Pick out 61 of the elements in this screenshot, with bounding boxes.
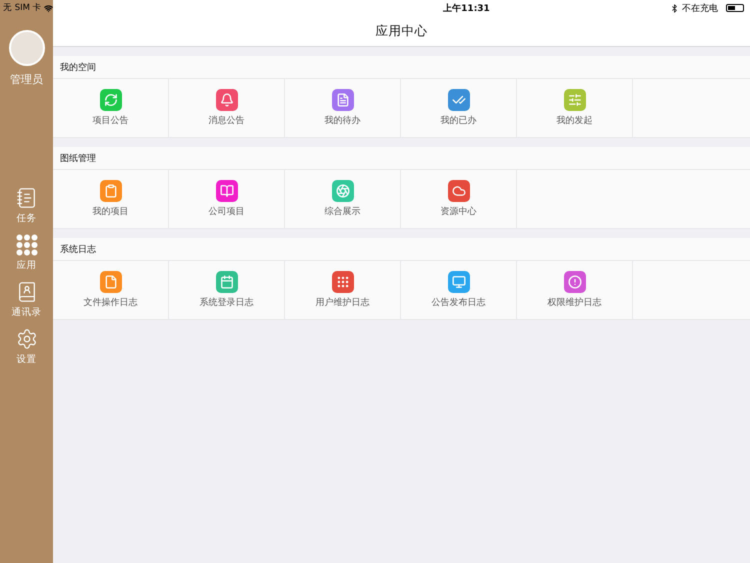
document-icon	[336, 93, 350, 107]
circular-arrow-icon	[104, 93, 118, 107]
dot-grid-icon	[16, 234, 38, 256]
alert-icon	[568, 275, 582, 289]
app-tile[interactable]: 系统登录日志	[169, 261, 285, 319]
calendar-icon	[220, 275, 234, 289]
battery-icon	[726, 4, 744, 12]
app-label: 我的项目	[92, 206, 128, 218]
file-icon	[104, 275, 118, 289]
clipboard-icon	[104, 184, 118, 198]
nav-label: 通讯录	[12, 306, 42, 319]
group-title: 图纸管理	[53, 147, 750, 170]
app-tile[interactable]: 权限维护日志	[517, 261, 633, 319]
app-label: 我的待办	[324, 114, 360, 127]
nav-label: 设置	[16, 353, 36, 366]
double-check-icon	[452, 93, 466, 107]
charging-status: 不在充电	[682, 2, 718, 14]
app-tile[interactable]: 我的项目	[53, 170, 169, 228]
page-title: 应用中心	[376, 22, 428, 40]
clock: 上午11:31	[443, 2, 490, 14]
app-tile[interactable]: 综合展示	[285, 170, 401, 228]
book-icon	[220, 184, 234, 198]
cloud-icon	[452, 184, 466, 198]
dot-grid-icon	[336, 275, 350, 289]
bell-icon	[220, 93, 234, 107]
app-label: 公司项目	[208, 206, 244, 218]
app-label: 文件操作日志	[84, 296, 138, 309]
avatar[interactable]	[8, 30, 44, 66]
wifi-icon	[44, 4, 53, 12]
app-label: 公告发布日志	[432, 296, 486, 309]
app-tile[interactable]: 我的发起	[517, 79, 633, 137]
app-tile[interactable]: 用户维护日志	[285, 261, 401, 319]
bluetooth-icon	[670, 4, 679, 12]
monitor-icon	[452, 275, 466, 289]
app-tile[interactable]: 项目公告	[53, 79, 169, 137]
nav-label: 应用	[16, 259, 36, 272]
app-label: 系统登录日志	[200, 296, 254, 309]
app-tile[interactable]: 消息公告	[169, 79, 285, 137]
app-label: 项目公告	[92, 114, 128, 127]
settings-icon	[16, 328, 38, 350]
app-label: 用户维护日志	[316, 296, 370, 309]
document-list-icon	[16, 187, 38, 209]
app-label: 消息公告	[208, 114, 244, 127]
app-tile[interactable]: 公司项目	[169, 170, 285, 228]
sliders-icon	[568, 93, 582, 107]
app-label: 综合展示	[324, 206, 360, 218]
group-title: 系统日志	[53, 238, 750, 261]
group-title: 我的空间	[53, 56, 750, 79]
app-tile[interactable]: 公告发布日志	[401, 261, 517, 319]
user-name: 管理员	[10, 72, 43, 87]
app-tile[interactable]: 我的已办	[401, 79, 517, 137]
app-label: 资源中心	[440, 206, 476, 218]
aperture-icon	[336, 184, 350, 198]
app-tile[interactable]: 文件操作日志	[53, 261, 169, 319]
app-label: 权限维护日志	[548, 296, 602, 309]
app-label: 我的发起	[556, 114, 592, 127]
nav-label: 任务	[16, 212, 36, 225]
app-tile[interactable]: 资源中心	[401, 170, 517, 228]
app-tile[interactable]: 我的待办	[285, 79, 401, 137]
app-label: 我的已办	[440, 114, 476, 127]
carrier-text: 无 SIM 卡	[3, 2, 42, 14]
